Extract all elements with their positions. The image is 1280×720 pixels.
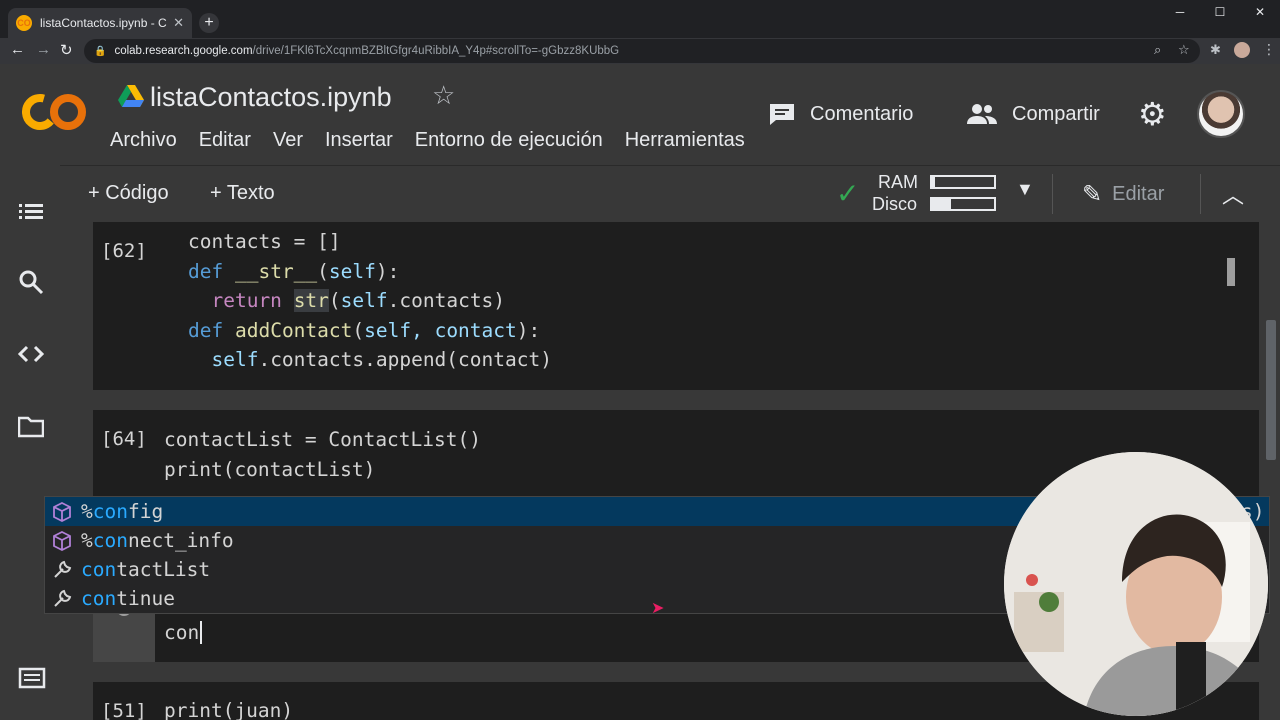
table-of-contents-icon[interactable] [18, 199, 44, 225]
url-text: colab.research.google.com/drive/1FKl6TcX… [114, 45, 620, 57]
code-line: return str(self.contacts) [211, 289, 506, 312]
webcam-overlay [1004, 452, 1268, 716]
ram-meter-fill [932, 177, 936, 187]
cell-scrollbar[interactable] [1227, 258, 1235, 286]
wrench-icon [54, 589, 72, 607]
minimize-button[interactable]: ─ [1160, 0, 1200, 24]
page-scrollbar[interactable] [1266, 320, 1276, 460]
left-sidebar [0, 165, 60, 720]
code-line: con [164, 621, 200, 644]
browser-toolbar: ← → ↻ 🔒 colab.research.google.com/drive/… [0, 38, 1280, 64]
autocomplete-text: %config [81, 500, 164, 523]
edit-button[interactable]: ✎ Editar [1082, 180, 1164, 209]
edit-label: Editar [1112, 183, 1165, 205]
code-snippets-icon[interactable] [18, 341, 44, 367]
bookmark-star-icon[interactable]: ☆ [1178, 42, 1190, 58]
google-drive-icon[interactable] [118, 85, 144, 107]
toolbar-divider [1200, 174, 1201, 214]
runtime-dropdown-icon[interactable]: ▼ [1016, 179, 1034, 200]
star-icon[interactable]: ☆ [432, 80, 455, 111]
code-line: self.contacts.append(contact) [211, 348, 552, 371]
pencil-icon: ✎ [1082, 181, 1103, 208]
code-line: print(juan) [164, 699, 294, 720]
code-editor[interactable]: contacts = [] def __str__(self): return … [188, 227, 552, 375]
ram-label: RAM [878, 172, 918, 192]
menu-herramientas[interactable]: Herramientas [625, 129, 744, 152]
notebook-toolbar: + Código + Texto ✓ RAM Disco ▼ ✎ Editar … [60, 165, 1280, 222]
code-line: contactList = ContactList() [164, 428, 481, 451]
back-arrow-icon[interactable]: ← [10, 41, 25, 58]
code-editor[interactable]: contactList = ContactList() print(contac… [164, 425, 481, 484]
menu-entorno[interactable]: Entorno de ejecución [415, 129, 603, 152]
disk-label: Disco [872, 194, 918, 214]
browser-tab[interactable]: CO listaContactos.ipynb - Colaborato ✕ [8, 8, 192, 38]
reload-icon[interactable]: ↻ [60, 41, 73, 59]
add-code-button[interactable]: + Código [88, 182, 169, 205]
code-line: def addContact(self, contact): [188, 318, 541, 342]
code-cell[interactable]: [62] contacts = [] def __str__(self): re… [93, 222, 1259, 390]
close-tab-icon[interactable]: ✕ [173, 15, 184, 31]
gear-icon[interactable]: ⚙ [1138, 96, 1167, 132]
comment-button[interactable]: Comentario [768, 102, 913, 126]
connected-check-icon: ✓ [836, 178, 860, 209]
presenter-video-image [1004, 452, 1268, 716]
wrench-icon [54, 560, 72, 578]
execution-count: [51] [101, 700, 147, 720]
close-window-button[interactable]: ✕ [1240, 0, 1280, 24]
search-icon[interactable] [18, 269, 44, 295]
disk-meter-fill [932, 199, 951, 209]
ram-meter [930, 175, 996, 189]
menu-archivo[interactable]: Archivo [110, 129, 177, 152]
toolbar-divider [1052, 174, 1053, 214]
menu-editar[interactable]: Editar [199, 129, 251, 152]
disk-meter [930, 197, 996, 211]
terminal-icon[interactable] [18, 666, 46, 690]
colab-menu-bar: Archivo Editar Ver Insertar Entorno de e… [110, 129, 744, 152]
forward-arrow-icon[interactable]: → [36, 41, 51, 58]
user-avatar[interactable] [1197, 90, 1245, 138]
autocomplete-text: contactList [81, 558, 211, 581]
zoom-icon[interactable]: ⌕ [1154, 42, 1161, 58]
browser-menu-icon[interactable]: ⋮ [1262, 41, 1276, 58]
code-line: contacts = [] [188, 230, 341, 253]
maximize-button[interactable]: ☐ [1200, 0, 1240, 24]
text-cursor [200, 621, 203, 644]
comment-label: Comentario [810, 102, 914, 125]
code-line: def __str__(self): [188, 259, 400, 283]
autocomplete-text: %connect_info [81, 529, 234, 552]
mouse-pointer-icon: ➤ [651, 600, 665, 617]
colab-favicon-icon: CO [16, 15, 32, 31]
cube-icon [53, 501, 71, 522]
cube-icon [53, 530, 71, 551]
menu-insertar[interactable]: Insertar [325, 129, 393, 152]
menu-ver[interactable]: Ver [273, 129, 303, 152]
tab-title: listaContactos.ipynb - Colaborato [40, 16, 167, 30]
window-controls: ─ ☐ ✕ [1160, 0, 1280, 24]
notebook-title[interactable]: listaContactos.ipynb [150, 82, 392, 113]
colab-logo-icon[interactable] [22, 91, 88, 133]
code-editor[interactable]: print(juan) [164, 696, 293, 720]
new-tab-button[interactable]: + [199, 13, 219, 33]
address-bar[interactable]: 🔒 colab.research.google.com/drive/1FKl6T… [84, 39, 1200, 63]
people-icon [967, 104, 997, 124]
autocomplete-text: continue [81, 587, 175, 610]
code-editor[interactable]: con [164, 618, 203, 648]
comment-icon [770, 104, 794, 125]
code-line: print(contactList) [164, 457, 376, 481]
extensions-puzzle-icon[interactable]: ✱ [1210, 42, 1221, 58]
lock-icon: 🔒 [94, 45, 107, 57]
execution-count: [62] [101, 240, 147, 262]
cell-gutter[interactable] [93, 614, 155, 662]
add-text-button[interactable]: + Texto [210, 182, 275, 205]
browser-tab-strip: CO listaContactos.ipynb - Colaborato ✕ +… [0, 0, 1280, 38]
share-label: Compartir [1012, 102, 1100, 125]
colab-header: listaContactos.ipynb ☆ Archivo Editar Ve… [0, 64, 1280, 165]
share-button[interactable]: Compartir [966, 102, 1100, 126]
execution-count: [64] [101, 428, 147, 450]
folder-icon[interactable] [18, 413, 44, 439]
chevron-up-icon[interactable]: ︿ [1222, 178, 1244, 210]
browser-profile-avatar[interactable] [1234, 42, 1250, 58]
